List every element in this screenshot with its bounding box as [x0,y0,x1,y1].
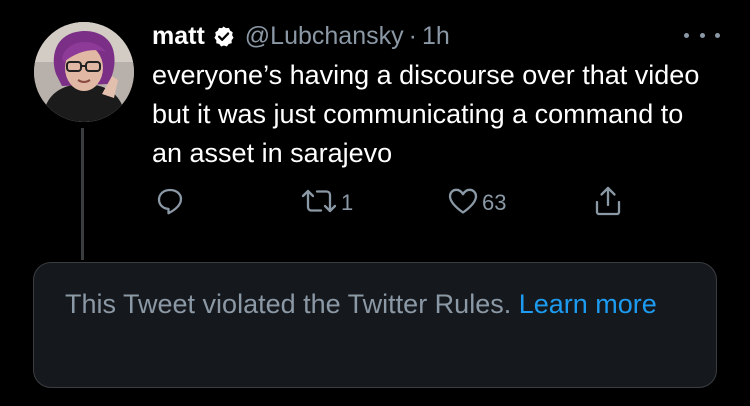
retweet-button[interactable]: 1 [300,186,353,220]
tweet-timestamp[interactable]: 1h [422,22,450,51]
header-separator: · [408,21,417,50]
reply-button[interactable] [155,186,185,220]
notice-text: This Tweet violated the Twitter Rules. [65,289,512,319]
learn-more-link[interactable]: Learn more [519,289,657,319]
share-icon [592,185,624,222]
share-button[interactable] [592,186,624,220]
like-button[interactable]: 63 [447,186,506,220]
like-count: 63 [482,190,507,215]
tweet-text: everyone’s having a discourse over that … [152,60,700,168]
thread-connector-line [81,128,84,260]
reply-icon [155,186,185,221]
heart-icon [447,186,479,221]
rules-violation-notice: This Tweet violated the Twitter Rules. L… [33,262,717,388]
retweet-count: 1 [341,190,354,215]
more-options-icon[interactable] [684,25,720,45]
verified-badge-icon [212,25,235,48]
notice-message: This Tweet violated the Twitter Rules. L… [65,286,685,323]
author-handle[interactable]: @Lubchansky [245,22,404,51]
user-avatar-icon [34,22,134,122]
author-name[interactable]: matt [152,22,205,51]
tweet-header: matt @Lubchansky · 1h [152,19,450,53]
retweet-icon [300,186,338,221]
avatar[interactable] [34,22,134,122]
